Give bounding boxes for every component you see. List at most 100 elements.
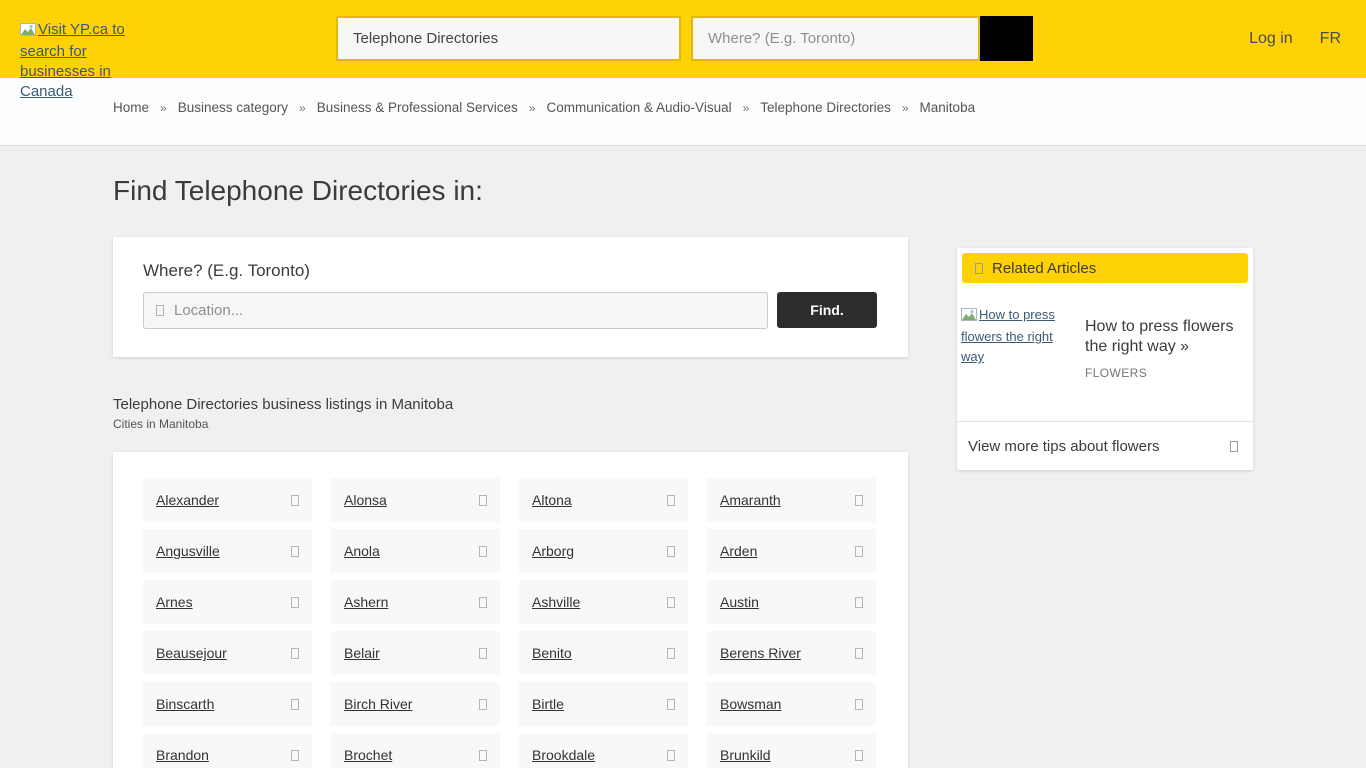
city-link[interactable]: Binscarth xyxy=(156,696,214,712)
city-link[interactable]: Ashville xyxy=(532,594,580,610)
city-link[interactable]: Bowsman xyxy=(720,696,781,712)
chevron-right-icon xyxy=(855,750,863,761)
view-more-row[interactable]: View more tips about flowers xyxy=(957,422,1253,470)
city-tile[interactable]: Brookdale xyxy=(519,733,688,768)
login-link[interactable]: Log in xyxy=(1249,30,1293,48)
city-tile[interactable]: Belair xyxy=(331,631,500,675)
broken-image-icon xyxy=(20,22,36,42)
article-info: How to press flowers the right way » FLO… xyxy=(1085,305,1241,421)
city-link[interactable]: Benito xyxy=(532,645,572,661)
city-link[interactable]: Anola xyxy=(344,543,380,559)
breadcrumb-item[interactable]: Telephone Directories xyxy=(760,100,891,115)
breadcrumb-separator: » xyxy=(902,101,909,115)
chevron-right-icon xyxy=(855,699,863,710)
city-link[interactable]: Arborg xyxy=(532,543,574,559)
header-bar: Log in FR xyxy=(0,0,1366,78)
city-tile[interactable]: Berens River xyxy=(707,631,876,675)
city-link[interactable]: Birch River xyxy=(344,696,412,712)
find-button[interactable]: Find. xyxy=(777,292,877,328)
related-articles-header: Related Articles xyxy=(962,253,1248,283)
article-title-link[interactable]: How to press flowers the right way » xyxy=(1085,317,1241,357)
city-tile[interactable]: Birtle xyxy=(519,682,688,726)
city-tile[interactable]: Arden xyxy=(707,529,876,573)
chevron-right-icon xyxy=(667,495,675,506)
city-tile[interactable]: Benito xyxy=(519,631,688,675)
city-link[interactable]: Beausejour xyxy=(156,645,227,661)
city-tile[interactable]: Beausejour xyxy=(143,631,312,675)
city-link[interactable]: Alexander xyxy=(156,492,219,508)
city-link[interactable]: Brookdale xyxy=(532,747,595,763)
city-link[interactable]: Arnes xyxy=(156,594,193,610)
city-link[interactable]: Birtle xyxy=(532,696,564,712)
city-link[interactable]: Amaranth xyxy=(720,492,781,508)
city-tile[interactable]: Brunkild xyxy=(707,733,876,768)
city-tile[interactable]: Alexander xyxy=(143,478,312,522)
article-thumbnail-link[interactable]: How to press flowers the right way xyxy=(961,305,1069,421)
city-tile[interactable]: Bowsman xyxy=(707,682,876,726)
city-tile[interactable]: Angusville xyxy=(143,529,312,573)
city-link[interactable]: Alonsa xyxy=(344,492,387,508)
breadcrumb-item: Manitoba xyxy=(920,100,976,115)
city-tile[interactable]: Anola xyxy=(331,529,500,573)
article-icon xyxy=(975,263,983,274)
related-articles-card: Related Articles How to press flowers th… xyxy=(957,248,1253,470)
search-button[interactable] xyxy=(980,16,1033,61)
city-tile[interactable]: Altona xyxy=(519,478,688,522)
arrow-right-icon xyxy=(1230,441,1238,452)
where-label: Where? (E.g. Toronto) xyxy=(143,261,310,281)
city-link[interactable]: Brunkild xyxy=(720,747,771,763)
city-link[interactable]: Brandon xyxy=(156,747,209,763)
chevron-right-icon xyxy=(291,597,299,608)
city-tile[interactable]: Amaranth xyxy=(707,478,876,522)
view-more-link[interactable]: View more tips about flowers xyxy=(968,438,1159,455)
broken-image-icon xyxy=(961,307,977,327)
city-tile[interactable]: Arnes xyxy=(143,580,312,624)
what-search-input[interactable] xyxy=(336,16,681,61)
city-tile[interactable]: Birch River xyxy=(331,682,500,726)
location-input[interactable] xyxy=(174,302,755,319)
city-tile[interactable]: Ashville xyxy=(519,580,688,624)
city-link[interactable]: Altona xyxy=(532,492,572,508)
where-search-input[interactable] xyxy=(691,16,980,61)
city-tile[interactable]: Brandon xyxy=(143,733,312,768)
city-tile[interactable]: Brochet xyxy=(331,733,500,768)
chevron-right-icon xyxy=(291,750,299,761)
page: Log in FR Visit YP.ca to search for busi… xyxy=(0,0,1366,768)
breadcrumb-item[interactable]: Business category xyxy=(178,100,288,115)
city-tile[interactable]: Austin xyxy=(707,580,876,624)
chevron-right-icon xyxy=(291,495,299,506)
chevron-right-icon xyxy=(855,546,863,557)
city-tile[interactable]: Ashern xyxy=(331,580,500,624)
city-link[interactable]: Arden xyxy=(720,543,757,559)
breadcrumb-item[interactable]: Business & Professional Services xyxy=(317,100,518,115)
article-category: FLOWERS xyxy=(1085,366,1241,380)
city-tile[interactable]: Alonsa xyxy=(331,478,500,522)
breadcrumb-item[interactable]: Home xyxy=(113,100,149,115)
breadcrumb-separator: » xyxy=(529,101,536,115)
yp-logo-link[interactable]: Visit YP.ca to search for businesses in … xyxy=(20,20,126,102)
city-link[interactable]: Brochet xyxy=(344,747,392,763)
chevron-right-icon xyxy=(479,648,487,659)
city-link[interactable]: Angusville xyxy=(156,543,220,559)
city-link[interactable]: Austin xyxy=(720,594,759,610)
city-link[interactable]: Belair xyxy=(344,645,380,661)
city-link[interactable]: Ashern xyxy=(344,594,388,610)
chevron-right-icon xyxy=(667,648,675,659)
listings-subheading: Cities in Manitoba xyxy=(113,417,208,431)
city-tile[interactable]: Binscarth xyxy=(143,682,312,726)
location-pin-icon xyxy=(156,305,164,316)
breadcrumb-separator: » xyxy=(743,101,750,115)
chevron-right-icon xyxy=(667,546,675,557)
breadcrumb-separator: » xyxy=(160,101,167,115)
breadcrumb-item[interactable]: Communication & Audio-Visual xyxy=(546,100,731,115)
chevron-right-icon xyxy=(855,495,863,506)
breadcrumb: Home » Business category » Business & Profes… xyxy=(113,100,975,115)
page-title: Find Telephone Directories in: xyxy=(113,175,483,207)
city-tile[interactable]: Arborg xyxy=(519,529,688,573)
location-input-wrap xyxy=(143,292,768,329)
language-toggle-fr[interactable]: FR xyxy=(1320,30,1341,48)
city-link[interactable]: Berens River xyxy=(720,645,801,661)
chevron-right-icon xyxy=(855,648,863,659)
chevron-right-icon xyxy=(479,699,487,710)
chevron-right-icon xyxy=(667,699,675,710)
